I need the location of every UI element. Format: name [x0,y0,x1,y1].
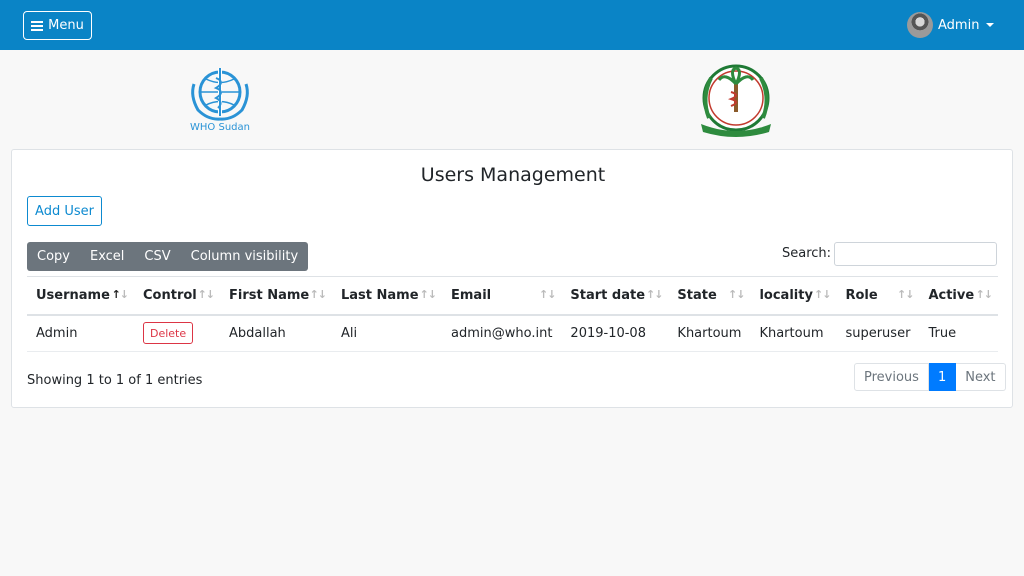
col-control[interactable]: Control ↑↓ [134,276,220,316]
sort-icon: ↑↓ [728,288,745,301]
col-username[interactable]: Username ↑↓ [27,276,134,316]
who-emblem-icon [191,68,249,121]
caret-down-icon [986,23,995,27]
col-email[interactable]: Email ↑↓ [442,276,562,316]
page-title: Users Management [420,164,606,186]
cell-email: admin@who.int [442,314,562,352]
col-state[interactable]: State ↑↓ [668,276,751,316]
sort-icon: ↑↓ [419,288,437,301]
col-start-date[interactable]: Start date ↑↓ [561,276,669,316]
sort-icon: ↑↓ [538,288,556,301]
table-header-row: Username ↑↓ Control ↑↓ First Name ↑↓ Last N… [27,276,998,316]
cell-first-name: Abdallah [220,314,332,352]
cell-state: Khartoum [668,314,751,352]
search-label: Search: [782,246,832,261]
users-management-card: Users Management Add User Copy Excel CSV… [11,149,1013,408]
cell-locality: Khartoum [750,314,837,352]
moh-logo [695,62,777,138]
cell-username: Admin [27,314,134,352]
cell-role: superuser [836,314,920,352]
col-first-name[interactable]: First Name ↑↓ [220,276,332,316]
top-navbar: Menu Admin [0,0,1024,50]
previous-page-button[interactable]: Previous [854,363,929,391]
table-row: Admin Delete Abdallah Ali admin@who.int … [27,314,998,352]
page-1-button[interactable]: 1 [928,363,957,391]
moh-emblem-icon [701,64,771,137]
cell-start-date: 2019-10-08 [561,314,669,352]
user-name: Admin [938,17,980,33]
table-info: Showing 1 to 1 of 1 entries [27,373,203,388]
col-active[interactable]: Active ↑↓ [919,276,998,316]
sort-icon: ↑↓ [814,288,831,301]
sort-icon: ↑↓ [897,288,914,301]
users-table: Username ↑↓ Control ↑↓ First Name ↑↓ Last N… [27,276,998,352]
copy-button[interactable]: Copy [27,242,80,271]
delete-button[interactable]: Delete [143,322,194,345]
excel-button[interactable]: Excel [80,242,134,271]
pagination: Previous 1 Next [854,363,1006,391]
next-page-button[interactable]: Next [956,363,1006,391]
sort-icon: ↑↓ [645,288,663,301]
col-role[interactable]: Role ↑↓ [836,276,920,316]
cell-control: Delete [134,314,220,352]
menu-button[interactable]: Menu [23,11,92,40]
search-input[interactable] [834,242,997,266]
who-logo: WHO Sudan [184,64,256,138]
avatar [907,12,933,38]
hamburger-icon [31,20,44,31]
cell-active: True [919,314,998,352]
add-user-button[interactable]: Add User [27,196,102,226]
sort-icon: ↑↓ [197,288,215,301]
export-button-group: Copy Excel CSV Column visibility [27,242,309,271]
who-sudan-text: WHO Sudan [190,122,250,133]
col-locality[interactable]: locality ↑↓ [750,276,837,316]
csv-button[interactable]: CSV [134,242,180,271]
sort-icon: ↑↓ [309,288,327,301]
col-last-name[interactable]: Last Name ↑↓ [332,276,442,316]
menu-label: Menu [48,18,84,33]
cell-last-name: Ali [332,314,442,352]
sort-asc-icon: ↑↓ [111,288,129,301]
sort-icon: ↑↓ [975,288,993,301]
user-dropdown[interactable]: Admin [907,11,995,39]
column-visibility-button[interactable]: Column visibility [181,242,309,271]
